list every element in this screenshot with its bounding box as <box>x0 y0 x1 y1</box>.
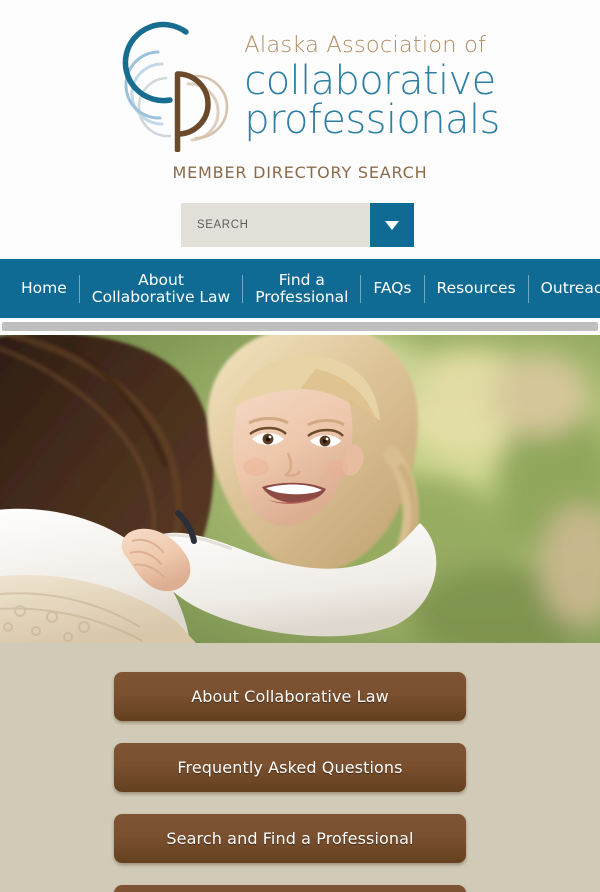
search-dropdown-button[interactable] <box>370 203 414 247</box>
member-directory-search-form <box>181 203 414 247</box>
main-navigation: Home About Collaborative Law Find a Prof… <box>0 259 600 318</box>
cta-frequently-asked-questions[interactable]: Frequently Asked Questions <box>114 743 466 792</box>
nav-item-find-a-professional[interactable]: Find a Professional <box>243 271 360 305</box>
nav-item-faqs[interactable]: FAQs <box>361 280 423 297</box>
cta-button-list: About Collaborative Law Frequently Asked… <box>114 672 466 892</box>
site-logo[interactable]: Alaska Association of collaborative prof… <box>0 14 600 154</box>
cta-search-and-find-a-professional[interactable]: Search and Find a Professional <box>114 814 466 863</box>
nav-item-outreach[interactable]: Outreach <box>529 280 600 297</box>
search-input[interactable] <box>181 203 370 247</box>
nav-item-resources[interactable]: Resources <box>425 280 528 297</box>
logo-line-collaborative: collaborative <box>244 57 496 104</box>
chevron-down-icon <box>385 220 399 230</box>
nav-underbar-divider <box>2 322 598 331</box>
main-content: About Collaborative Law Frequently Asked… <box>0 643 600 892</box>
member-directory-search-title: MEMBER DIRECTORY SEARCH <box>172 163 428 182</box>
cta-fourth-truncated[interactable] <box>114 885 466 892</box>
cta-about-collaborative-law[interactable]: About Collaborative Law <box>114 672 466 721</box>
nav-item-about-collaborative-law[interactable]: About Collaborative Law <box>80 271 242 305</box>
hero-illustration <box>0 335 600 643</box>
nav-item-home[interactable]: Home <box>9 280 79 297</box>
logo-line-association: Alaska Association of <box>244 32 487 58</box>
site-header: Alaska Association of collaborative prof… <box>0 0 600 259</box>
logo-line-professionals: professionals <box>244 96 500 143</box>
page-root: Alaska Association of collaborative prof… <box>0 0 600 892</box>
cp-monogram-logo-icon <box>122 21 229 152</box>
hero-image <box>0 335 600 643</box>
